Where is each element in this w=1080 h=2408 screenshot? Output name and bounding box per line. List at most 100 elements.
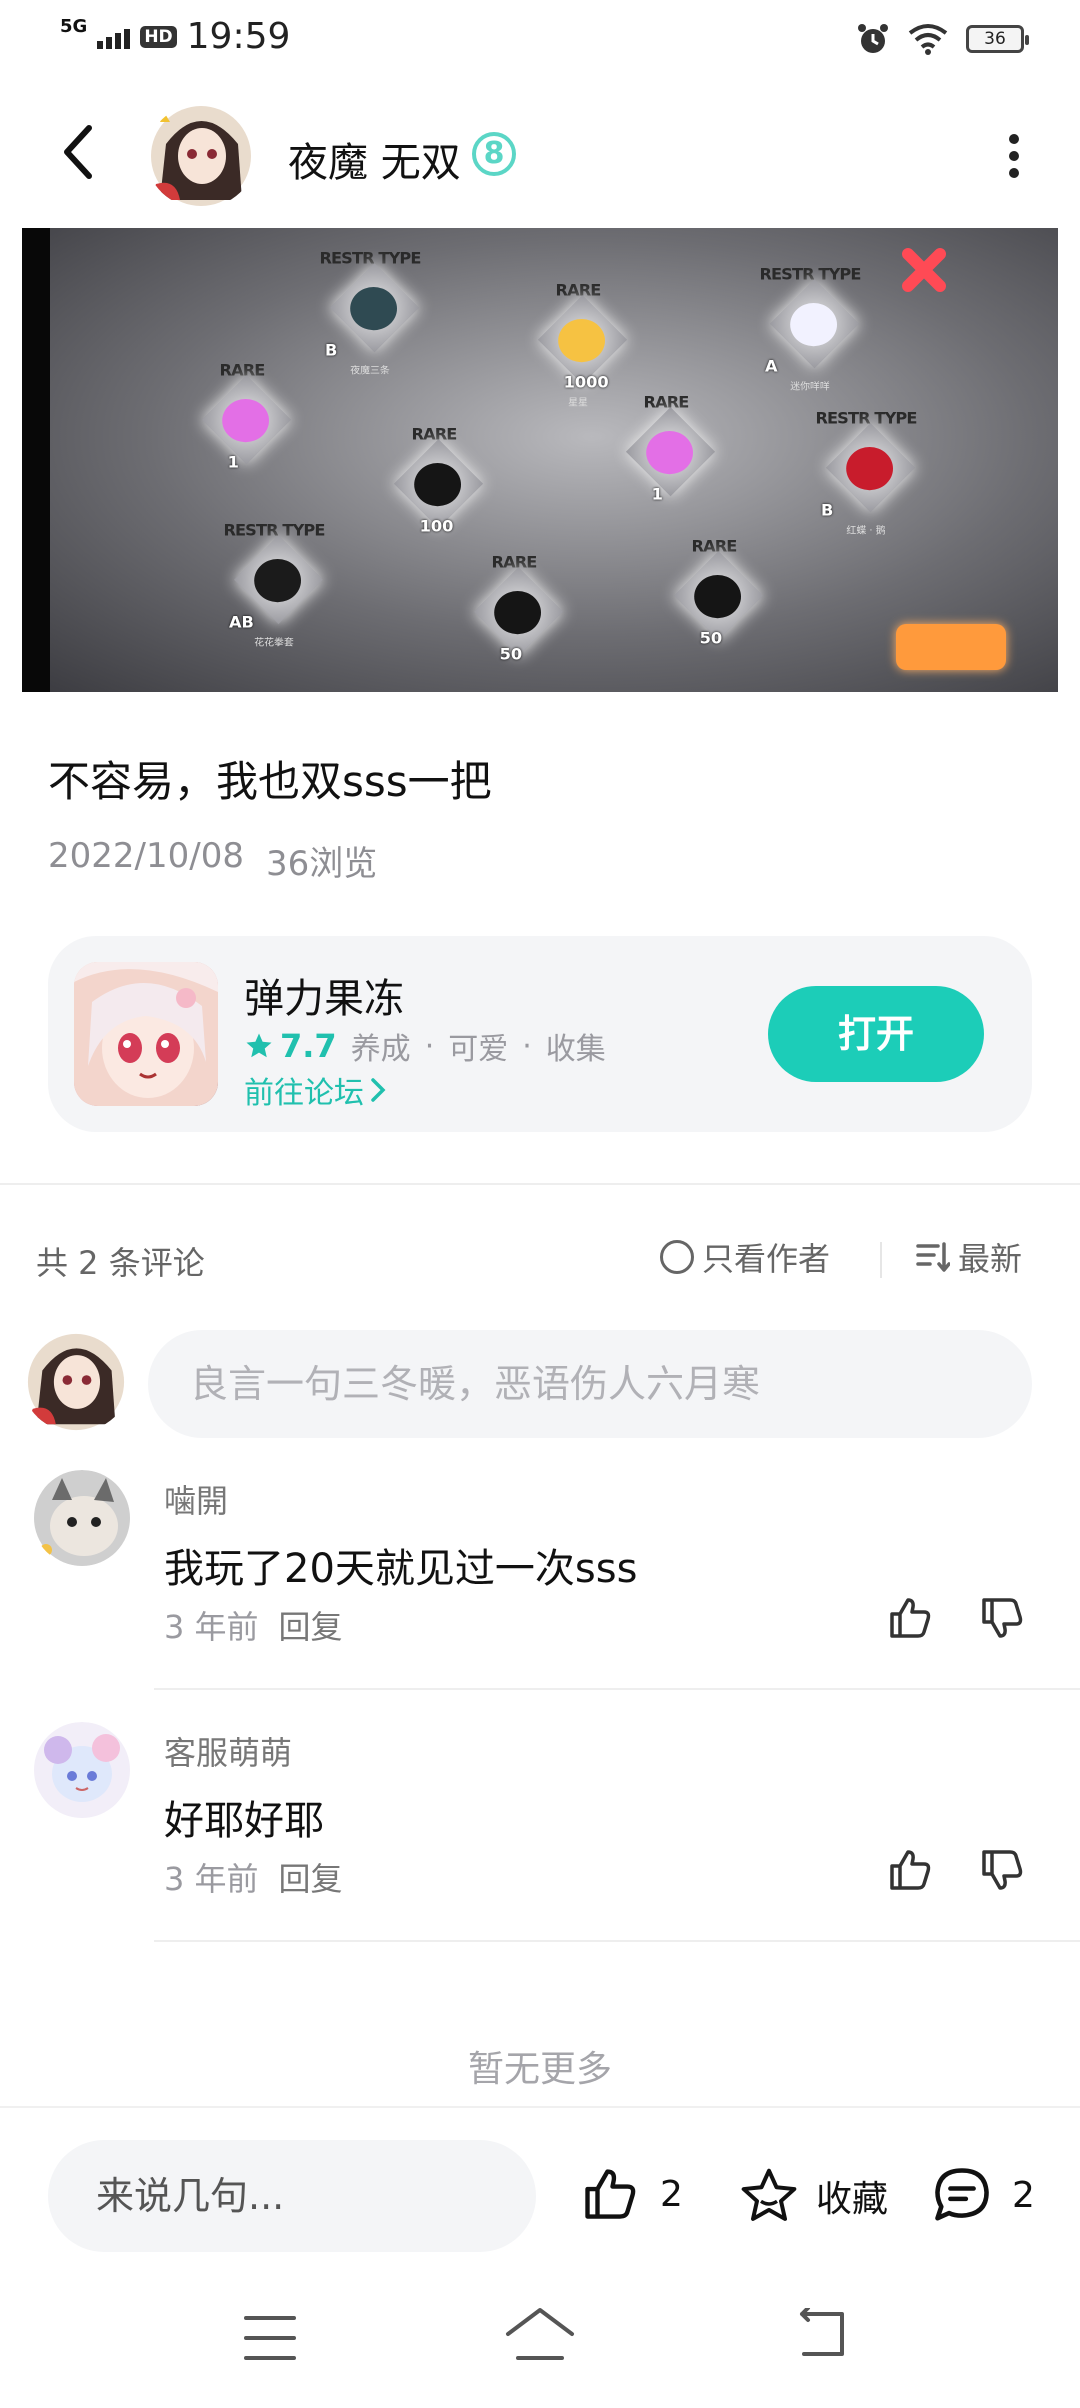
menu-icon[interactable] [244, 2316, 296, 2360]
tag-separator: · [424, 1028, 435, 1064]
comment-time: 3 年前 [164, 1860, 259, 1898]
item-count: 1 [227, 453, 239, 472]
more-button[interactable] [1004, 134, 1024, 178]
author-name[interactable]: 夜魔 无双 [288, 130, 461, 188]
item-glyph [414, 463, 461, 507]
toolbar-separator [880, 1242, 882, 1278]
say-something-input[interactable]: 来说几句... [48, 2140, 536, 2252]
sort-label: 最新 [958, 1240, 1023, 1278]
commenter-avatar[interactable] [32, 1470, 132, 1566]
thumbs-up-icon[interactable] [886, 1846, 934, 1894]
alarm-icon [858, 24, 888, 53]
game-item-tile: RARE 50 [460, 555, 568, 681]
star-outline-icon [741, 2168, 797, 2221]
game-item-tile: RESTR TYPE B 红蝶 · 鹅 [812, 411, 920, 537]
comment-divider [154, 1940, 1080, 1942]
image-left-bar [22, 228, 50, 692]
item-grade: B [821, 501, 834, 520]
forum-link[interactable]: 前往论坛 [244, 1068, 386, 1112]
comment-bubble-icon [935, 2168, 989, 2221]
game-name[interactable]: 弹力果冻 [244, 966, 404, 1024]
favorite-button[interactable]: 收藏 [736, 2164, 888, 2228]
item-tag: RARE [643, 393, 690, 413]
commenter-avatar[interactable] [32, 1722, 132, 1818]
item-grade: B [325, 341, 338, 360]
back-arrow-icon [64, 125, 92, 179]
game-item-tile: RARE 1 [612, 395, 720, 521]
comment-button[interactable]: 2 [930, 2164, 1035, 2226]
commenter-name[interactable]: 噛開 [164, 1476, 228, 1522]
game-rating: 7.7 [244, 1027, 337, 1065]
comment-text: 我玩了20天就见过一次sss [164, 1546, 638, 1592]
list-end-label: 暂无更多 [467, 2049, 612, 2090]
game-icon[interactable] [74, 962, 218, 1106]
status-left: 5G HD 19:59 [60, 16, 290, 57]
close-x-icon [902, 248, 946, 292]
level-badge: 8 [472, 132, 516, 176]
item-tag: RESTR TYPE [759, 265, 861, 285]
sort-button[interactable]: 最新 [916, 1234, 1022, 1280]
open-game-button[interactable]: 打开 [768, 986, 984, 1082]
item-caption: 夜魔三条 [350, 364, 390, 377]
status-right: 36 [856, 22, 1029, 56]
item-glyph [254, 559, 301, 603]
item-tag: RARE [555, 281, 602, 301]
item-grade: A [765, 357, 778, 376]
reply-button[interactable]: 回复 [279, 1602, 343, 1648]
item-count: 100 [419, 517, 454, 536]
game-item-tile: RARE 1 [188, 363, 296, 489]
item-caption: 花花拳套 [254, 636, 294, 649]
clock: 19:59 [186, 16, 291, 57]
sort-icon [916, 1242, 950, 1272]
rating-value: 7.7 [280, 1027, 337, 1065]
post-header: 夜魔 无双 8 [0, 96, 1080, 216]
back-button[interactable] [48, 122, 108, 182]
reply-button[interactable]: 回复 [279, 1854, 343, 1900]
item-count: 1000 [563, 373, 609, 392]
section-divider [0, 1183, 1080, 1185]
author-avatar[interactable] [146, 104, 256, 208]
post-title: 不容易，我也双sss一把 [48, 757, 492, 806]
game-item-tile: RARE 50 [660, 539, 768, 665]
item-glyph [790, 303, 837, 347]
game-item-tile: RESTR TYPE B 夜魔三条 [316, 251, 424, 377]
comment-input[interactable]: 良言一句三冬暖，恶语伤人六月寒 [148, 1330, 1032, 1438]
item-glyph [646, 431, 693, 475]
game-meta: 7.7 养成 · 可爱 · 收集 [244, 1024, 606, 1068]
game-item-tile: RARE 100 [380, 427, 488, 553]
author-only-toggle[interactable]: 只看作者 [660, 1234, 830, 1280]
game-item-tile: RESTR TYPE AB 花花拳套 [220, 523, 328, 649]
comment-meta: 3 年前 回复 [164, 1602, 343, 1648]
thumbs-up-icon[interactable] [886, 1594, 934, 1642]
item-tag: RARE [491, 553, 538, 573]
post-image[interactable]: RESTR TYPE B 夜魔三条 RARE 1000 星星 RESTR TYPE A 迷你咩咩… [22, 228, 1058, 692]
network-type: 5G [60, 16, 88, 37]
item-tag: RESTR TYPE [815, 409, 917, 429]
game-item-tile: RARE 1000 星星 [524, 283, 632, 409]
comment-text: 好耶好耶 [164, 1798, 324, 1844]
game-tag: 收集 [545, 1032, 606, 1067]
favorite-label: 收藏 [816, 2179, 889, 2220]
chevron-right-icon [371, 1078, 386, 1102]
item-grade: AB [229, 613, 254, 632]
item-count: 50 [499, 645, 523, 664]
item-tag: RARE [219, 361, 266, 381]
comment-meta: 3 年前 回复 [164, 1854, 343, 1900]
back-icon[interactable] [794, 2308, 848, 2360]
comment-count: 共 2 条评论 [36, 1244, 205, 1282]
star-icon [246, 1033, 272, 1058]
thumbs-down-icon[interactable] [978, 1594, 1026, 1642]
comment-count-bottom: 2 [1012, 2174, 1035, 2216]
game-card[interactable]: 弹力果冻 7.7 养成 · 可爱 · 收集 前往论坛 打开 [48, 936, 1032, 1132]
item-tag: RARE [411, 425, 458, 445]
item-glyph [846, 447, 893, 491]
thumbs-down-icon[interactable] [978, 1846, 1026, 1894]
item-count: 1 [651, 485, 663, 504]
home-icon[interactable] [504, 2306, 576, 2362]
comment-item: 噛開 我玩了20天就见过一次sss 3 年前 回复 [0, 1462, 1080, 1698]
like-button[interactable]: 2 [578, 2164, 683, 2224]
forum-link-label: 前往论坛 [244, 1076, 364, 1111]
game-item-tile: RESTR TYPE A 迷你咩咩 [756, 267, 864, 393]
commenter-name[interactable]: 客服萌萌 [164, 1728, 292, 1774]
item-tag: RESTR TYPE [319, 249, 421, 269]
